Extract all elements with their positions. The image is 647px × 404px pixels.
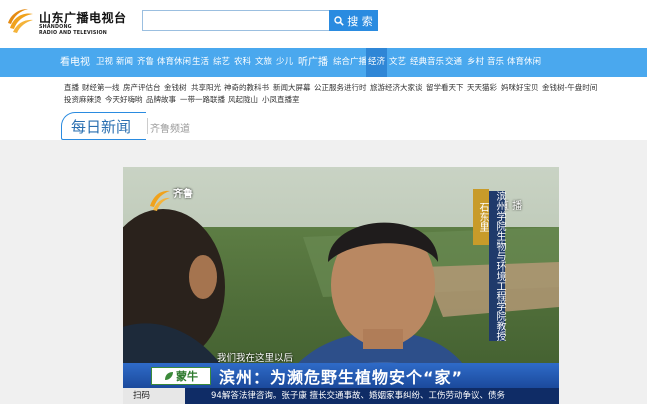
- sdtv-logo-icon: [8, 9, 33, 33]
- program-link[interactable]: 旅游经济大家谈: [370, 82, 423, 93]
- location-tag: 石东里: [473, 189, 489, 245]
- sponsor-name: 蒙牛: [176, 370, 198, 383]
- nav-kids[interactable]: 少儿: [276, 48, 293, 77]
- logo-name-en: SHANDONG RADIO AND TELEVISION: [39, 25, 109, 37]
- ticker-text: 94解答法律咨询。张子康 擅长交通事故、婚姻家事纠纷、工伤劳动争议、债务: [211, 391, 506, 401]
- main-nav: 看电视 卫视 新闻 齐鲁 体育休闲 生活 综艺 农科 文旅 少儿 听广播 综合广…: [0, 48, 647, 77]
- video-subtitle: 我们我在这里以后: [217, 353, 294, 364]
- video-channel-label: 齐鲁: [173, 189, 193, 200]
- program-heading: 每日新闻 齐鲁频道: [61, 112, 261, 140]
- program-link[interactable]: 财经第一线: [82, 82, 120, 93]
- program-link[interactable]: 新闻大屏幕: [273, 82, 311, 93]
- video-player[interactable]: 齐鲁 石东里 直 播 滨州学院生物与环境工程学院教授 我们我在这里以后 蒙牛 滨…: [123, 167, 559, 404]
- site-header: 山东广播电视台 SHANDONG RADIO AND TELEVISION 搜 …: [0, 0, 647, 46]
- search-button[interactable]: 搜 索: [329, 10, 378, 31]
- nav-variety[interactable]: 综艺: [213, 48, 230, 77]
- program-link[interactable]: 房产评估台: [123, 82, 161, 93]
- program-link[interactable]: 共享阳光: [191, 82, 221, 93]
- leaf-icon: [165, 372, 173, 380]
- search-icon: [334, 15, 344, 26]
- nav-economy[interactable]: 经济: [366, 48, 388, 77]
- nav-sports-leisure[interactable]: 体育休闲: [157, 48, 191, 77]
- nav-news[interactable]: 新闻: [116, 48, 133, 77]
- search-button-label: 搜 索: [347, 14, 373, 28]
- nav-watch-tv[interactable]: 看电视: [60, 48, 90, 77]
- logo-en-line2: RADIO AND TELEVISION: [39, 31, 108, 36]
- nav-music[interactable]: 音乐: [487, 48, 504, 77]
- logo-name-cn: 山东广播电视台: [39, 11, 127, 25]
- page: 山东广播电视台 SHANDONG RADIO AND TELEVISION 搜 …: [0, 0, 647, 404]
- nav-arts[interactable]: 文艺: [389, 48, 406, 77]
- program-link[interactable]: 神奇的教科书: [224, 82, 269, 93]
- program-link[interactable]: 公正服务进行时: [314, 82, 367, 93]
- nav-sports-leisure-radio[interactable]: 体育休闲: [507, 48, 541, 77]
- program-title: 每日新闻: [71, 118, 132, 136]
- channel-name[interactable]: 齐鲁频道: [150, 120, 190, 135]
- nav-agriculture[interactable]: 农科: [234, 48, 251, 77]
- program-link[interactable]: 妈咪好宝贝: [501, 82, 539, 93]
- nav-culture-travel[interactable]: 文旅: [255, 48, 272, 77]
- program-link[interactable]: 金钱树-午盘时间: [542, 82, 597, 93]
- ticker-scan-label: 扫码: [123, 388, 185, 404]
- program-link[interactable]: 直播: [64, 82, 79, 93]
- nav-countryside[interactable]: 乡村: [467, 48, 484, 77]
- program-link[interactable]: 品牌故事: [146, 94, 176, 105]
- sponsor-logo: 蒙牛: [151, 367, 211, 385]
- nav-life[interactable]: 生活: [192, 48, 209, 77]
- nav-classic-music[interactable]: 经典音乐: [410, 48, 444, 77]
- nav-satellite[interactable]: 卫视: [96, 48, 113, 77]
- program-link[interactable]: 投资麻辣烫: [64, 94, 102, 105]
- program-link[interactable]: 一带一路联播: [180, 94, 225, 105]
- nav-traffic[interactable]: 交通: [445, 48, 462, 77]
- program-link[interactable]: 小凤直播室: [262, 94, 300, 105]
- search-input[interactable]: [142, 10, 330, 31]
- heading-divider: [147, 118, 148, 134]
- nav-general-radio[interactable]: 综合广播: [333, 48, 367, 77]
- program-link[interactable]: 天天猫彩: [467, 82, 497, 93]
- speaker-title-tag: 滨州学院生物与环境工程学院教授: [489, 191, 505, 341]
- program-link[interactable]: 今天好嗨哟: [105, 94, 143, 105]
- program-link[interactable]: 风起陇山: [228, 94, 258, 105]
- site-logo[interactable]: 山东广播电视台 SHANDONG RADIO AND TELEVISION: [6, 4, 126, 42]
- program-link[interactable]: 金钱树: [164, 82, 187, 93]
- nav-listen-radio[interactable]: 听广播: [298, 48, 328, 77]
- nav-qilu[interactable]: 齐鲁: [137, 48, 154, 77]
- program-link[interactable]: 留学看天下: [426, 82, 464, 93]
- news-headline: 滨州：为濒危野生植物安个“家”: [219, 368, 464, 387]
